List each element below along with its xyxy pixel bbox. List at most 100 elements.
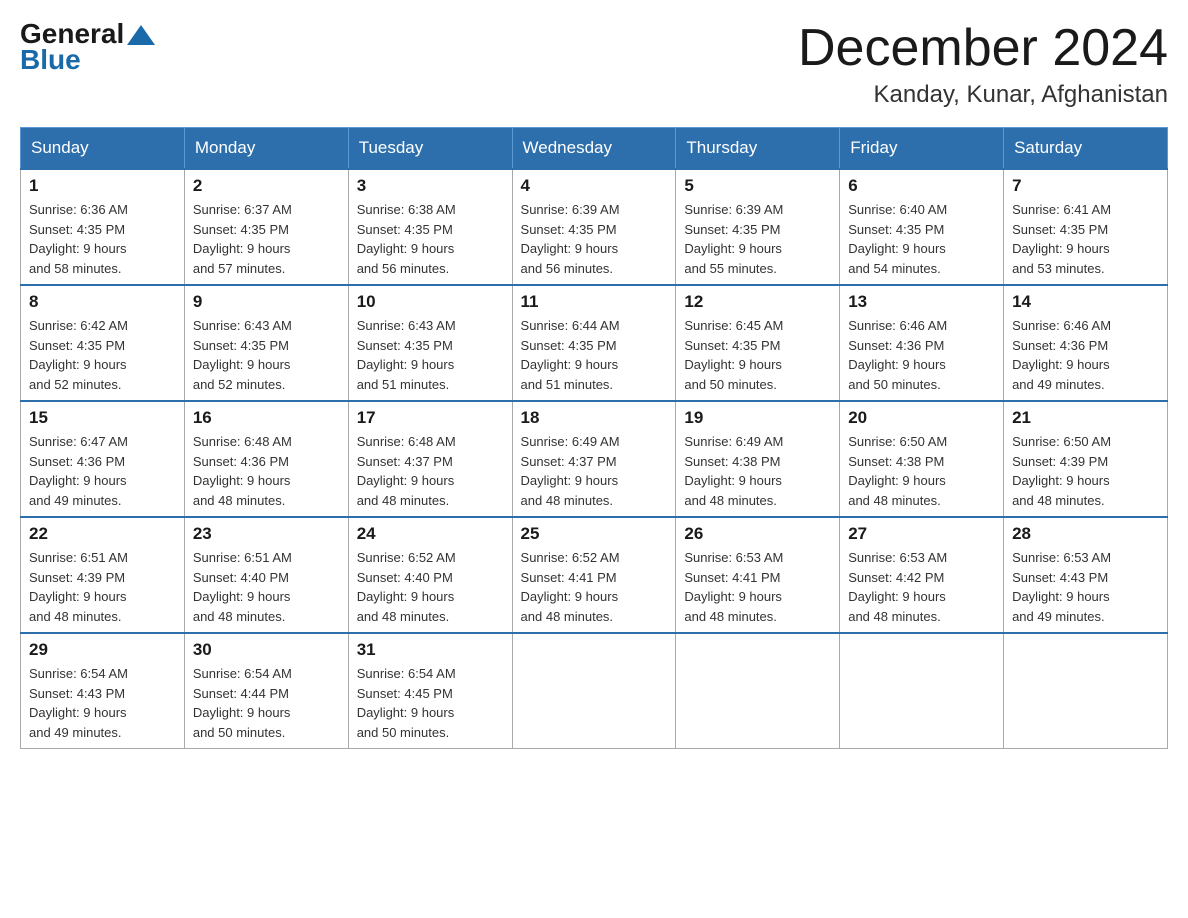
calendar-cell: 28Sunrise: 6:53 AMSunset: 4:43 PMDayligh… bbox=[1004, 517, 1168, 633]
day-info: Sunrise: 6:47 AMSunset: 4:36 PMDaylight:… bbox=[29, 432, 176, 510]
calendar-cell: 23 Sunrise: 6:51 AMSunset: 4:40 PMDayligh… bbox=[184, 517, 348, 633]
day-info: Sunrise: 6:51 AMSunset: 4:39 PMDaylight:… bbox=[29, 548, 176, 626]
calendar-cell: 13 Sunrise: 6:46 AMSunset: 4:36 PMDayligh… bbox=[840, 285, 1004, 401]
day-number: 14 bbox=[1012, 292, 1159, 312]
day-number: 27 bbox=[848, 524, 995, 544]
calendar-cell: 9 Sunrise: 6:43 AMSunset: 4:35 PMDaylight… bbox=[184, 285, 348, 401]
day-info: Sunrise: 6:48 AMSunset: 4:37 PMDaylight:… bbox=[357, 432, 504, 510]
logo: General Blue bbox=[20, 20, 155, 74]
day-info: Sunrise: 6:44 AMSunset: 4:35 PMDaylight:… bbox=[521, 316, 668, 394]
day-info: Sunrise: 6:36 AMSunset: 4:35 PMDaylight:… bbox=[29, 200, 176, 278]
weekday-header-wednesday: Wednesday bbox=[512, 128, 676, 170]
calendar-cell: 15 Sunrise: 6:47 AMSunset: 4:36 PMDayligh… bbox=[21, 401, 185, 517]
calendar-cell: 25Sunrise: 6:52 AMSunset: 4:41 PMDayligh… bbox=[512, 517, 676, 633]
day-number: 13 bbox=[848, 292, 995, 312]
calendar-cell: 2 Sunrise: 6:37 AMSunset: 4:35 PMDaylight… bbox=[184, 169, 348, 285]
week-row-5: 29Sunrise: 6:54 AMSunset: 4:43 PMDayligh… bbox=[21, 633, 1168, 749]
day-number: 31 bbox=[357, 640, 504, 660]
day-number: 25 bbox=[521, 524, 668, 544]
day-info: Sunrise: 6:46 AMSunset: 4:36 PMDaylight:… bbox=[848, 316, 995, 394]
weekday-header-friday: Friday bbox=[840, 128, 1004, 170]
day-info: Sunrise: 6:37 AMSunset: 4:35 PMDaylight:… bbox=[193, 200, 340, 278]
day-info: Sunrise: 6:51 AMSunset: 4:40 PMDaylight:… bbox=[193, 548, 340, 626]
day-number: 10 bbox=[357, 292, 504, 312]
weekday-header-monday: Monday bbox=[184, 128, 348, 170]
day-info: Sunrise: 6:40 AMSunset: 4:35 PMDaylight:… bbox=[848, 200, 995, 278]
calendar-cell: 8 Sunrise: 6:42 AMSunset: 4:35 PMDaylight… bbox=[21, 285, 185, 401]
day-info: Sunrise: 6:43 AMSunset: 4:35 PMDaylight:… bbox=[357, 316, 504, 394]
day-number: 5 bbox=[684, 176, 831, 196]
day-number: 7 bbox=[1012, 176, 1159, 196]
day-number: 6 bbox=[848, 176, 995, 196]
calendar-cell bbox=[512, 633, 676, 749]
calendar-cell bbox=[840, 633, 1004, 749]
calendar-cell: 1Sunrise: 6:36 AMSunset: 4:35 PMDaylight… bbox=[21, 169, 185, 285]
day-info: Sunrise: 6:50 AMSunset: 4:38 PMDaylight:… bbox=[848, 432, 995, 510]
calendar-cell: 29Sunrise: 6:54 AMSunset: 4:43 PMDayligh… bbox=[21, 633, 185, 749]
day-info: Sunrise: 6:45 AMSunset: 4:35 PMDaylight:… bbox=[684, 316, 831, 394]
day-number: 30 bbox=[193, 640, 340, 660]
day-number: 21 bbox=[1012, 408, 1159, 428]
calendar-cell: 22Sunrise: 6:51 AMSunset: 4:39 PMDayligh… bbox=[21, 517, 185, 633]
calendar-cell: 27Sunrise: 6:53 AMSunset: 4:42 PMDayligh… bbox=[840, 517, 1004, 633]
day-info: Sunrise: 6:49 AMSunset: 4:37 PMDaylight:… bbox=[521, 432, 668, 510]
day-info: Sunrise: 6:42 AMSunset: 4:35 PMDaylight:… bbox=[29, 316, 176, 394]
day-info: Sunrise: 6:43 AMSunset: 4:35 PMDaylight:… bbox=[193, 316, 340, 394]
day-info: Sunrise: 6:39 AMSunset: 4:35 PMDaylight:… bbox=[684, 200, 831, 278]
calendar-cell: 10 Sunrise: 6:43 AMSunset: 4:35 PMDayligh… bbox=[348, 285, 512, 401]
day-info: Sunrise: 6:46 AMSunset: 4:36 PMDaylight:… bbox=[1012, 316, 1159, 394]
day-info: Sunrise: 6:53 AMSunset: 4:43 PMDaylight:… bbox=[1012, 548, 1159, 626]
calendar-cell: 21 Sunrise: 6:50 AMSunset: 4:39 PMDayligh… bbox=[1004, 401, 1168, 517]
day-number: 19 bbox=[684, 408, 831, 428]
day-number: 18 bbox=[521, 408, 668, 428]
calendar-cell: 19 Sunrise: 6:49 AMSunset: 4:38 PMDayligh… bbox=[676, 401, 840, 517]
calendar-cell: 3 Sunrise: 6:38 AMSunset: 4:35 PMDaylight… bbox=[348, 169, 512, 285]
week-row-1: 1Sunrise: 6:36 AMSunset: 4:35 PMDaylight… bbox=[21, 169, 1168, 285]
day-number: 8 bbox=[29, 292, 176, 312]
calendar-cell: 11 Sunrise: 6:44 AMSunset: 4:35 PMDayligh… bbox=[512, 285, 676, 401]
day-info: Sunrise: 6:38 AMSunset: 4:35 PMDaylight:… bbox=[357, 200, 504, 278]
day-number: 12 bbox=[684, 292, 831, 312]
calendar-cell: 5 Sunrise: 6:39 AMSunset: 4:35 PMDaylight… bbox=[676, 169, 840, 285]
week-row-2: 8 Sunrise: 6:42 AMSunset: 4:35 PMDaylight… bbox=[21, 285, 1168, 401]
day-number: 2 bbox=[193, 176, 340, 196]
calendar-table: SundayMondayTuesdayWednesdayThursdayFrid… bbox=[20, 127, 1168, 749]
day-info: Sunrise: 6:54 AMSunset: 4:44 PMDaylight:… bbox=[193, 664, 340, 742]
day-number: 17 bbox=[357, 408, 504, 428]
day-number: 23 bbox=[193, 524, 340, 544]
week-row-3: 15 Sunrise: 6:47 AMSunset: 4:36 PMDayligh… bbox=[21, 401, 1168, 517]
location-title: Kanday, Kunar, Afghanistan bbox=[798, 81, 1168, 109]
day-number: 20 bbox=[848, 408, 995, 428]
day-number: 4 bbox=[521, 176, 668, 196]
calendar-cell: 20 Sunrise: 6:50 AMSunset: 4:38 PMDayligh… bbox=[840, 401, 1004, 517]
day-info: Sunrise: 6:52 AMSunset: 4:40 PMDaylight:… bbox=[357, 548, 504, 626]
weekday-header-tuesday: Tuesday bbox=[348, 128, 512, 170]
calendar-cell: 24 Sunrise: 6:52 AMSunset: 4:40 PMDayligh… bbox=[348, 517, 512, 633]
logo-blue-text: Blue bbox=[20, 46, 81, 74]
day-info: Sunrise: 6:50 AMSunset: 4:39 PMDaylight:… bbox=[1012, 432, 1159, 510]
page-header: General Blue December 2024 Kanday, Kunar… bbox=[20, 20, 1168, 109]
day-info: Sunrise: 6:49 AMSunset: 4:38 PMDaylight:… bbox=[684, 432, 831, 510]
calendar-cell: 14 Sunrise: 6:46 AMSunset: 4:36 PMDayligh… bbox=[1004, 285, 1168, 401]
day-number: 3 bbox=[357, 176, 504, 196]
day-number: 15 bbox=[29, 408, 176, 428]
calendar-cell: 31 Sunrise: 6:54 AMSunset: 4:45 PMDayligh… bbox=[348, 633, 512, 749]
day-number: 24 bbox=[357, 524, 504, 544]
title-section: December 2024 Kanday, Kunar, Afghanistan bbox=[798, 20, 1168, 109]
calendar-cell: 16Sunrise: 6:48 AMSunset: 4:36 PMDayligh… bbox=[184, 401, 348, 517]
day-info: Sunrise: 6:41 AMSunset: 4:35 PMDaylight:… bbox=[1012, 200, 1159, 278]
day-info: Sunrise: 6:54 AMSunset: 4:43 PMDaylight:… bbox=[29, 664, 176, 742]
calendar-cell bbox=[676, 633, 840, 749]
week-row-4: 22Sunrise: 6:51 AMSunset: 4:39 PMDayligh… bbox=[21, 517, 1168, 633]
weekday-header-row: SundayMondayTuesdayWednesdayThursdayFrid… bbox=[21, 128, 1168, 170]
calendar-cell: 6 Sunrise: 6:40 AMSunset: 4:35 PMDaylight… bbox=[840, 169, 1004, 285]
calendar-cell: 4 Sunrise: 6:39 AMSunset: 4:35 PMDaylight… bbox=[512, 169, 676, 285]
day-info: Sunrise: 6:39 AMSunset: 4:35 PMDaylight:… bbox=[521, 200, 668, 278]
day-info: Sunrise: 6:54 AMSunset: 4:45 PMDaylight:… bbox=[357, 664, 504, 742]
day-info: Sunrise: 6:53 AMSunset: 4:41 PMDaylight:… bbox=[684, 548, 831, 626]
calendar-cell: 17 Sunrise: 6:48 AMSunset: 4:37 PMDayligh… bbox=[348, 401, 512, 517]
day-number: 11 bbox=[521, 292, 668, 312]
day-number: 9 bbox=[193, 292, 340, 312]
calendar-cell: 26Sunrise: 6:53 AMSunset: 4:41 PMDayligh… bbox=[676, 517, 840, 633]
calendar-cell bbox=[1004, 633, 1168, 749]
